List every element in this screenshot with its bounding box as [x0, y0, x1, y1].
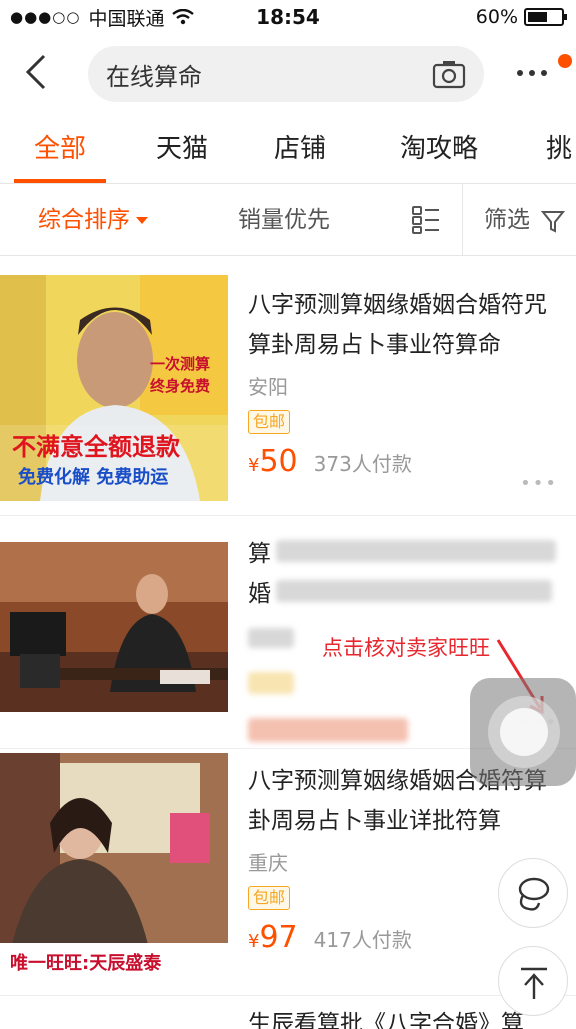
product-image[interactable]: 一次测算 终身免费 不满意全额退款 免费化解 免费助运	[0, 275, 228, 501]
active-tab-indicator	[14, 179, 106, 183]
product-title-blurred[interactable]: 算 婚	[248, 528, 564, 618]
notification-dot	[558, 54, 572, 68]
product-location: 安阳	[248, 375, 288, 399]
tab-guides[interactable]: 淘攻略	[384, 116, 494, 184]
product-image[interactable]	[0, 542, 228, 712]
search-input[interactable]	[106, 58, 426, 90]
product-info: 八字预测算姻缘婚姻合婚符咒算卦周易占卜事业符算命 安阳 包邮 ¥ 50 373人…	[248, 285, 564, 479]
product-price: 50	[259, 444, 298, 479]
filter-label: 筛选	[484, 207, 530, 233]
image-caption: 唯一旺旺:天辰盛泰	[10, 953, 162, 974]
image-caption-4: 免费化解 免费助运	[18, 467, 169, 488]
currency-symbol: ¥	[248, 455, 260, 476]
more-icon[interactable]	[514, 58, 554, 88]
battery-percent: 60%	[475, 6, 518, 28]
image-caption-1: 一次测算	[150, 355, 211, 373]
battery-icon	[524, 8, 567, 26]
search-bar[interactable]	[88, 46, 484, 102]
product-price: 97	[259, 920, 298, 955]
tab-all[interactable]: 全部	[14, 116, 106, 184]
sort-separator	[462, 184, 463, 256]
search-header	[0, 34, 576, 116]
item-more-icon[interactable]: •••	[520, 473, 558, 494]
filter-icon	[541, 210, 566, 233]
back-to-top-button[interactable]	[498, 946, 568, 1016]
status-bar: ●●●○○ 中国联通 18:54 60%	[0, 0, 576, 34]
currency-symbol: ¥	[248, 931, 260, 952]
sales-count: 417人付款	[313, 928, 412, 952]
product-image[interactable]: 唯一旺旺:天辰盛泰	[0, 753, 228, 979]
tab-shops[interactable]: 店铺	[254, 116, 346, 184]
back-icon[interactable]	[18, 52, 54, 92]
lasso-icon	[518, 877, 550, 911]
product-item[interactable]: 一次测算 终身免费 不满意全额退款 免费化解 免费助运 八字预测算姻缘婚姻合婚符…	[0, 257, 576, 515]
price-row: ¥ 50 373人付款	[248, 444, 564, 479]
filter-button[interactable]: 筛选	[484, 184, 566, 256]
image-caption-3: 不满意全额退款	[12, 433, 180, 461]
free-shipping-badge: 包邮	[248, 886, 291, 910]
tab-pick[interactable]: 挑	[546, 116, 576, 184]
lasso-button[interactable]	[498, 858, 568, 928]
tab-tmall[interactable]: 天猫	[136, 116, 228, 184]
camera-icon[interactable]	[432, 59, 466, 89]
sort-sales[interactable]: 销量优先	[238, 184, 330, 256]
sales-count: 373人付款	[313, 452, 412, 476]
grid-view-icon[interactable]	[412, 206, 440, 234]
free-shipping-badge: 包邮	[248, 410, 291, 434]
annotation-text: 点击核对卖家旺旺	[322, 636, 490, 660]
caret-down-icon	[136, 217, 148, 224]
image-caption-2: 终身免费	[150, 377, 211, 395]
sort-comprehensive[interactable]: 综合排序	[38, 184, 148, 256]
back-to-top-icon	[521, 967, 547, 999]
sort-comprehensive-label: 综合排序	[38, 207, 130, 233]
product-item[interactable]: 生辰看算批《八字合婚》算	[0, 996, 576, 1029]
assistive-touch-icon[interactable]	[470, 678, 576, 786]
product-title[interactable]: 八字预测算姻缘婚姻合婚符咒算卦周易占卜事业符算命	[248, 285, 564, 365]
sort-bar: 综合排序 销量优先 筛选	[0, 184, 576, 256]
category-tabs: 全部 天猫 店铺 淘攻略 挑	[0, 116, 576, 184]
